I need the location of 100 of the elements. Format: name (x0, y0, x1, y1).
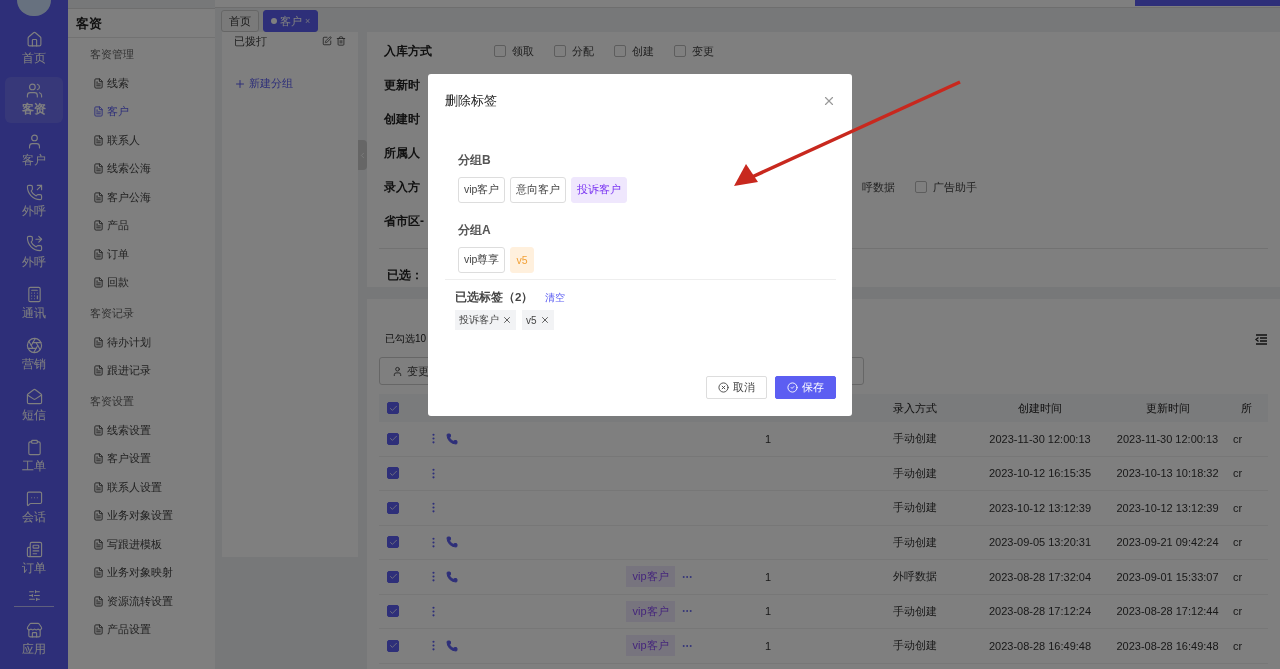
customer-tag: vip客户 (626, 566, 675, 588)
filter-checkbox[interactable]: 分配 (554, 43, 594, 59)
close-icon[interactable]: × (305, 16, 311, 26)
rail-item[interactable]: 外呼 (5, 179, 63, 225)
store-icon (25, 622, 43, 639)
table-cell: 手动创建 (860, 422, 970, 457)
sidebar-item[interactable]: 待办计划 (68, 328, 215, 357)
filter-checkbox[interactable]: 创建 (614, 43, 654, 59)
collapse-handle[interactable] (358, 140, 367, 170)
phone-icon[interactable] (446, 536, 458, 549)
sidebar-item[interactable]: 线索公海 (68, 154, 215, 183)
save-button[interactable]: 保存 (775, 376, 836, 399)
trash-icon[interactable] (336, 36, 346, 46)
filter-checkbox[interactable]: 变更 (674, 43, 714, 59)
rail-label: 外呼 (22, 254, 46, 271)
tag-option[interactable]: vip客户 (458, 177, 506, 203)
filter-label: 省市区- (384, 212, 424, 230)
edit-icon[interactable] (322, 36, 332, 46)
clipboard-icon (25, 439, 43, 456)
checkbox[interactable] (387, 536, 399, 549)
rail-item[interactable]: 订单 (5, 536, 63, 582)
checkbox[interactable] (387, 605, 399, 618)
page-tab[interactable]: 首页 (221, 10, 259, 32)
check-icon (388, 403, 398, 413)
document-icon (93, 624, 104, 636)
filter-checkbox[interactable]: 领取 (494, 43, 534, 59)
clear-link[interactable]: 清空 (545, 290, 566, 305)
sidebar-item[interactable]: 联系人设置 (68, 473, 215, 502)
phone-icon[interactable] (446, 570, 458, 583)
table-cell: 2023-08-28 17:32:04 (970, 560, 1110, 595)
sliders-icon[interactable] (27, 589, 41, 602)
page-tab[interactable]: 客户 × (263, 10, 319, 32)
table-cell: cr (1225, 560, 1268, 595)
rail-item[interactable]: 客户 (5, 128, 63, 174)
table-cell: 手动创建 (860, 456, 970, 491)
home-icon (25, 31, 43, 48)
table-cell: 手动创建 (860, 491, 970, 526)
sidebar-item[interactable]: 客户 (68, 97, 215, 126)
sidebar-item[interactable]: 客户公海 (68, 183, 215, 212)
close-icon[interactable] (822, 94, 836, 108)
checkbox[interactable] (387, 402, 399, 414)
sidebar-item[interactable]: 业务对象映射 (68, 558, 215, 587)
table-cell: 1 (765, 639, 772, 652)
tag-option[interactable]: 投诉客户 (571, 177, 628, 203)
tag-option[interactable]: 意向客户 (510, 177, 567, 203)
sidebar-item[interactable]: 线索 (68, 69, 215, 98)
rail-item[interactable]: 首页 (5, 26, 63, 72)
checkbox[interactable] (387, 467, 399, 480)
rail-item[interactable]: 应用 (5, 617, 63, 663)
table-cell: 手动创建 (860, 525, 970, 560)
sidebar-item[interactable]: 客户设置 (68, 444, 215, 473)
sidebar-item[interactable]: 资源流转设置 (68, 587, 215, 616)
table-cell: 2023-10-13 10:18:32 (1110, 456, 1225, 491)
phone-icon[interactable] (446, 432, 458, 445)
table-cell: 2023-11-30 12:00:13 (1110, 422, 1225, 457)
tag-option[interactable]: vip尊享 (458, 247, 506, 273)
sidebar-item[interactable]: 线索设置 (68, 416, 215, 445)
close-circle-icon (718, 382, 729, 393)
new-group-link[interactable]: 新建分组 (234, 76, 346, 91)
table-cell: 2023-08-28 16:49:48 (970, 629, 1110, 664)
table-cell: 1 (765, 570, 772, 583)
document-icon (93, 595, 104, 607)
remove-icon[interactable] (502, 315, 512, 325)
rail-item[interactable]: 外呼 (5, 230, 63, 276)
rail-item[interactable]: 短信 (5, 383, 63, 429)
filter-label: 更新时 (384, 76, 420, 94)
sidebar-item[interactable]: 回款 (68, 268, 215, 297)
table-cell: cr (1225, 594, 1268, 629)
chosen-tag: 投诉客户 (455, 310, 516, 330)
phone-outgoing-icon (25, 184, 43, 201)
document-icon (93, 191, 104, 203)
sidebar-item[interactable]: 跟进记录 (68, 356, 215, 385)
rail-item[interactable]: 工单 (5, 434, 63, 480)
aperture-icon (25, 337, 43, 354)
cancel-button[interactable]: 取消 (706, 376, 767, 399)
sidebar-title: 客资 (68, 9, 215, 38)
list-settings-icon[interactable] (1255, 333, 1268, 345)
rail-item[interactable]: 营销 (5, 332, 63, 378)
document-icon (93, 77, 104, 89)
sidebar-item[interactable]: 订单 (68, 240, 215, 269)
phone-forward-icon (25, 235, 43, 252)
checkbox[interactable] (387, 432, 399, 445)
rail-item[interactable]: 通讯 (5, 281, 63, 327)
document-icon (93, 424, 104, 436)
checkbox[interactable] (387, 570, 399, 583)
document-icon (93, 248, 104, 260)
sidebar-item[interactable]: 产品 (68, 211, 215, 240)
sidebar-item[interactable]: 写跟进模板 (68, 530, 215, 559)
chosen-title: 已选标签（2） (455, 290, 534, 305)
group-item[interactable]: 已拨打 (234, 34, 346, 48)
checkbox[interactable] (387, 639, 399, 652)
rail-label: 客户 (22, 152, 46, 169)
filter-checkbox[interactable]: 广告助手 (915, 179, 977, 195)
phone-icon[interactable] (446, 639, 458, 652)
sidebar-item[interactable]: 业务对象设置 (68, 501, 215, 530)
remove-icon[interactable] (539, 315, 550, 325)
rail-item[interactable]: 会话 (5, 485, 63, 531)
sidebar-item[interactable]: 联系人 (68, 126, 215, 155)
sidebar-item[interactable]: 产品设置 (68, 615, 215, 644)
checkbox[interactable] (387, 501, 399, 514)
